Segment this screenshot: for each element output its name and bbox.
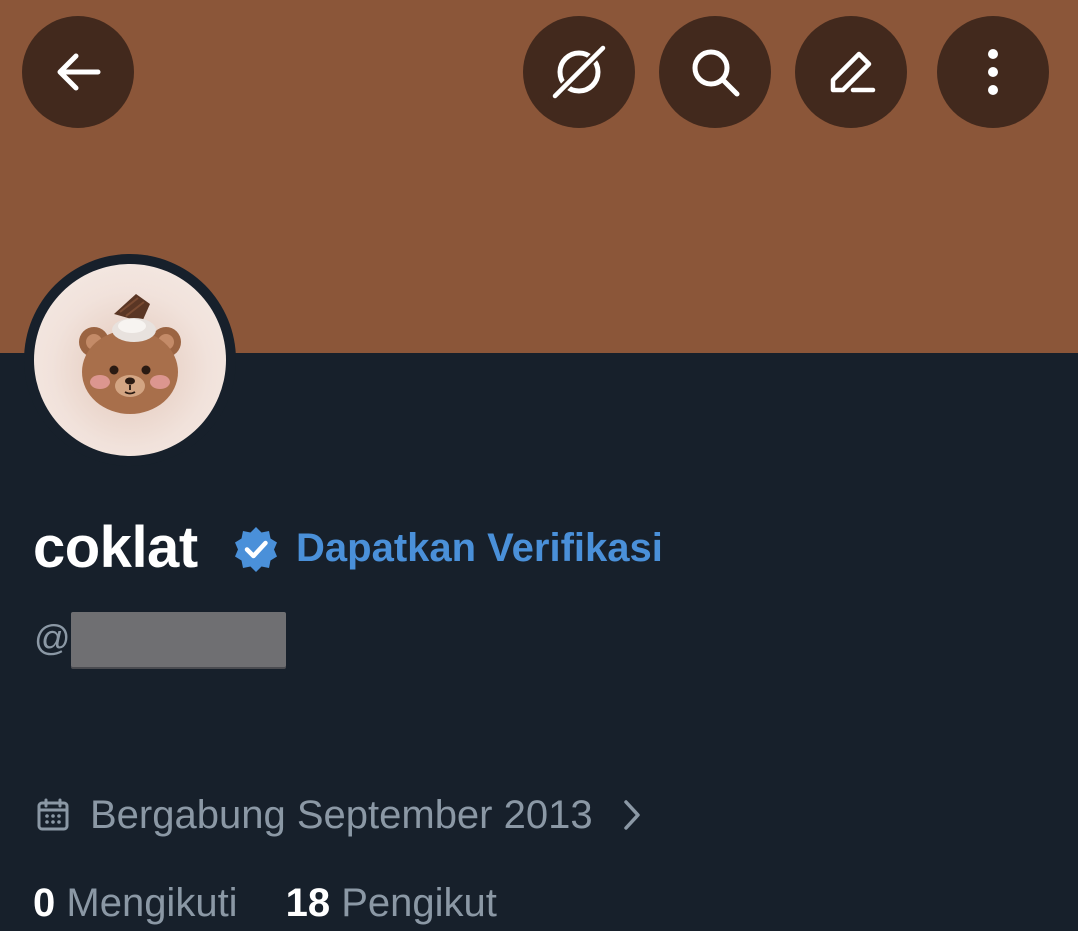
edit-button[interactable] — [795, 16, 907, 128]
back-button[interactable] — [22, 16, 134, 128]
bear-avatar-image — [79, 294, 181, 414]
following-label: Mengikuti — [66, 881, 238, 925]
more-vertical-icon — [988, 49, 998, 95]
avatar[interactable] — [34, 264, 226, 456]
followers-label: Pengikut — [341, 881, 497, 925]
calendar-icon — [37, 798, 69, 831]
profile-page: coklat Dapatkan Verifikasi @ Bergabung S… — [0, 0, 1078, 931]
more-button[interactable] — [937, 16, 1049, 128]
grok-button[interactable] — [523, 16, 635, 128]
followers-stat[interactable]: 18 Pengikut — [286, 881, 497, 925]
verified-badge-icon[interactable] — [232, 525, 280, 573]
edit-icon — [830, 51, 876, 93]
get-verified-link[interactable]: Dapatkan Verifikasi — [296, 524, 663, 572]
search-button[interactable] — [659, 16, 771, 128]
handle-prefix: @ — [34, 617, 71, 658]
handle-redacted — [71, 612, 286, 667]
following-stat[interactable]: 0 Mengikuti — [33, 881, 238, 925]
chevron-right-icon — [623, 800, 640, 830]
joined-date-text: Bergabung September 2013 — [90, 793, 593, 837]
display-name: coklat — [33, 515, 198, 580]
follow-stats: 0 Mengikuti 18 Pengikut — [33, 878, 497, 928]
grok-icon — [548, 41, 610, 103]
joined-date-row[interactable]: Bergabung September 2013 — [36, 790, 643, 840]
back-arrow-icon — [57, 53, 101, 91]
search-icon — [692, 49, 740, 97]
followers-count: 18 — [285, 881, 331, 925]
following-count: 0 — [33, 881, 56, 925]
